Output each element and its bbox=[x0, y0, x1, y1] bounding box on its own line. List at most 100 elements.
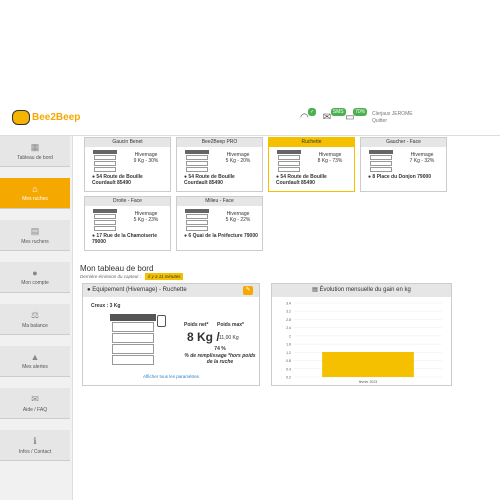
equipment-panel: ● Equipement (Hivernage) - Ruchette ✎ Cr… bbox=[82, 283, 260, 386]
poids-max-label: Poids max* bbox=[217, 322, 244, 328]
hive-address: ● 8 Place du Donjon 79000 bbox=[368, 174, 432, 180]
dashboard-title: Mon tableau de bord bbox=[80, 264, 154, 273]
apiary-icon: ▤ bbox=[30, 225, 40, 236]
help-icon: ✉ bbox=[31, 393, 39, 404]
last-emission-badge: il y a 11 minutes bbox=[145, 273, 184, 280]
gain-chart: 3.4 3.2 2.8 2.4 2 1.6 1.2 0.8 0.4 0.2 février 2023 bbox=[286, 302, 442, 384]
sidebar-item-label: Infos / Contact bbox=[18, 448, 52, 455]
poids-max-value: 11,00 Kg bbox=[219, 335, 239, 341]
creux-label: Creux : 3 Kg bbox=[91, 303, 121, 309]
sidebar-item-scale[interactable]: ⚖ Ma balance bbox=[0, 304, 70, 335]
hive-card-title: Bee2Beep PRO bbox=[177, 138, 262, 147]
hive-status: Hivernage 8 Kg - 73% bbox=[317, 152, 343, 164]
dashboard-icon: ▦ bbox=[30, 141, 40, 152]
sidebar-item-apiaries[interactable]: ▤ Mes ruchers bbox=[0, 220, 70, 251]
y-tick-label: 0.2 bbox=[286, 376, 291, 380]
sidebar-item-label: Mon compte bbox=[21, 280, 49, 286]
y-tick-label: 2.8 bbox=[286, 318, 291, 322]
y-tick-label: 3.2 bbox=[286, 310, 291, 314]
equipment-title: Equipement (Hivernage) - Ruchette bbox=[92, 287, 187, 293]
chart-icon: ▤ bbox=[312, 287, 318, 293]
sidebar-item-dashboard[interactable]: ▦ Tableau de bord bbox=[0, 136, 70, 167]
y-tick-label: 2.4 bbox=[286, 326, 291, 330]
wifi-icon[interactable]: ◠ ✓ bbox=[300, 108, 317, 123]
hive-card-selected[interactable]: Ruchette Hivernage 8 Kg - 73% ● 54 Route … bbox=[268, 137, 355, 192]
y-tick-label: 0.4 bbox=[286, 367, 291, 371]
logout-link[interactable]: Quitter bbox=[372, 118, 413, 125]
bell-icon: ▲ bbox=[30, 352, 40, 362]
scale-icon: ⚖ bbox=[30, 309, 40, 320]
y-tick-label: 3.4 bbox=[286, 302, 291, 306]
sidebar-item-help[interactable]: ✉ Aide / FAQ bbox=[0, 388, 70, 419]
hive-large-icon bbox=[110, 314, 156, 365]
hive-address: ● 17 Rue de la Chamoiserie 79000 bbox=[92, 233, 158, 245]
top-icons: ◠ ✓ ✉ SMS ▭ 70% bbox=[300, 108, 368, 123]
sidebar-item-label: Tableau de bord bbox=[17, 154, 53, 161]
sidebar: ▦ Tableau de bord ⌂ Mes ruches ▤ Mes rucher… bbox=[0, 136, 73, 500]
hive-card[interactable]: Droite - Face Hivernage 5 Kg - 23% ● 17 R… bbox=[84, 196, 171, 251]
hive-address: ● 6 Quai de la Préfecture 79000 bbox=[184, 233, 258, 239]
hive-status: Hivernage 5 Kg - 23% bbox=[133, 211, 159, 223]
y-tick-label: 2 bbox=[289, 334, 291, 338]
hive-icon bbox=[185, 209, 209, 231]
sidebar-item-label: Mes ruches bbox=[22, 196, 48, 202]
hive-status: Hivernage 7 Kg - 32% bbox=[409, 152, 435, 164]
hive-address: ● 54 Route de Bouille Courdault 85490 bbox=[276, 174, 327, 186]
battery-icon[interactable]: ▭ 70% bbox=[345, 108, 368, 123]
hive-icon bbox=[369, 150, 393, 172]
hive-status: Hivernage 5 Kg - 22% bbox=[225, 211, 251, 223]
edit-button[interactable]: ✎ bbox=[243, 286, 253, 295]
user-name: Clerjaux JEROME bbox=[372, 111, 413, 117]
pencil-icon: ✎ bbox=[245, 287, 251, 293]
chart-title: Évolution mensuelle du gain en kg bbox=[319, 287, 411, 293]
info-icon: ℹ bbox=[33, 435, 37, 446]
hive-status: Hivernage 9 Kg - 30% bbox=[133, 152, 159, 164]
last-emission-label: Dernière émission du capteur : bbox=[80, 274, 142, 279]
brand-name: Bee2Beep bbox=[32, 112, 81, 123]
lock-icon bbox=[157, 315, 166, 327]
chart-header: ▤ Évolution mensuelle du gain en kg bbox=[272, 284, 451, 297]
sidebar-item-info[interactable]: ℹ Infos / Contact bbox=[0, 430, 70, 461]
hive-status: Hivernage 5 Kg - 20% bbox=[225, 152, 251, 164]
sidebar-item-label: Mes alertes bbox=[22, 364, 48, 370]
hive-card-title: Gaucin Benet bbox=[85, 138, 170, 147]
chart-bar bbox=[322, 351, 414, 377]
last-emission: Dernière émission du capteur : il y a 11… bbox=[80, 273, 184, 280]
brand-logo[interactable]: Bee2Beep bbox=[12, 110, 80, 125]
y-tick-label: 0.8 bbox=[286, 359, 291, 363]
y-tick-label: 1.6 bbox=[286, 343, 291, 347]
info-icon: ● bbox=[87, 287, 91, 293]
hive-icon bbox=[93, 150, 117, 172]
hive-address: ● 54 Route de Bouille Courdault 85490 bbox=[184, 174, 235, 186]
hive-card-title: Gaucher - Face bbox=[361, 138, 446, 147]
sidebar-item-label: Aide / FAQ bbox=[22, 406, 48, 413]
hive-card[interactable]: Milieu - Face Hivernage 5 Kg - 22% ● 6 Qu… bbox=[176, 196, 263, 251]
hive-card-title: Ruchette bbox=[269, 138, 354, 147]
poids-net-label: Poids net* bbox=[184, 322, 209, 328]
hive-icon bbox=[93, 209, 117, 231]
sidebar-item-account[interactable]: ● Mon compte bbox=[0, 262, 70, 293]
hive-icon bbox=[277, 150, 301, 172]
sidebar-item-hives[interactable]: ⌂ Mes ruches bbox=[0, 178, 70, 209]
sms-icon[interactable]: ✉ SMS bbox=[323, 108, 346, 123]
chart-panel: ▤ Évolution mensuelle du gain en kg 3.4 3… bbox=[271, 283, 452, 386]
equipment-header: ● Equipement (Hivernage) - Ruchette ✎ bbox=[83, 284, 259, 297]
sidebar-item-label: Ma balance bbox=[22, 322, 48, 329]
user-info[interactable]: Clerjaux JEROME Quitter bbox=[372, 111, 413, 125]
hive-card[interactable]: Gaucher - Face Hivernage 7 Kg - 32% ● 8 P… bbox=[360, 137, 447, 192]
x-tick-label: février 2023 bbox=[359, 380, 378, 384]
home-icon: ⌂ bbox=[32, 184, 38, 194]
sidebar-item-label: Mes ruchers bbox=[21, 238, 49, 245]
sidebar-item-alerts[interactable]: ▲ Mes alertes bbox=[0, 346, 70, 377]
bee-logo-icon bbox=[12, 110, 30, 125]
hive-card[interactable]: Bee2Beep PRO Hivernage 5 Kg - 20% ● 54 Ro… bbox=[176, 137, 263, 192]
poids-net-value: 8 Kg / bbox=[187, 330, 220, 344]
hive-card-title: Droite - Face bbox=[85, 197, 170, 206]
fill-percentage: 74 % bbox=[214, 346, 226, 352]
hive-card[interactable]: Gaucin Benet Hivernage 9 Kg - 30% ● 54 Ro… bbox=[84, 137, 171, 192]
user-icon: ● bbox=[32, 268, 38, 278]
y-tick-label: 1.2 bbox=[286, 351, 291, 355]
settings-link[interactable]: Afficher tous les paramètres bbox=[83, 374, 259, 379]
hive-icon bbox=[185, 150, 209, 172]
hive-card-title: Milieu - Face bbox=[177, 197, 262, 206]
